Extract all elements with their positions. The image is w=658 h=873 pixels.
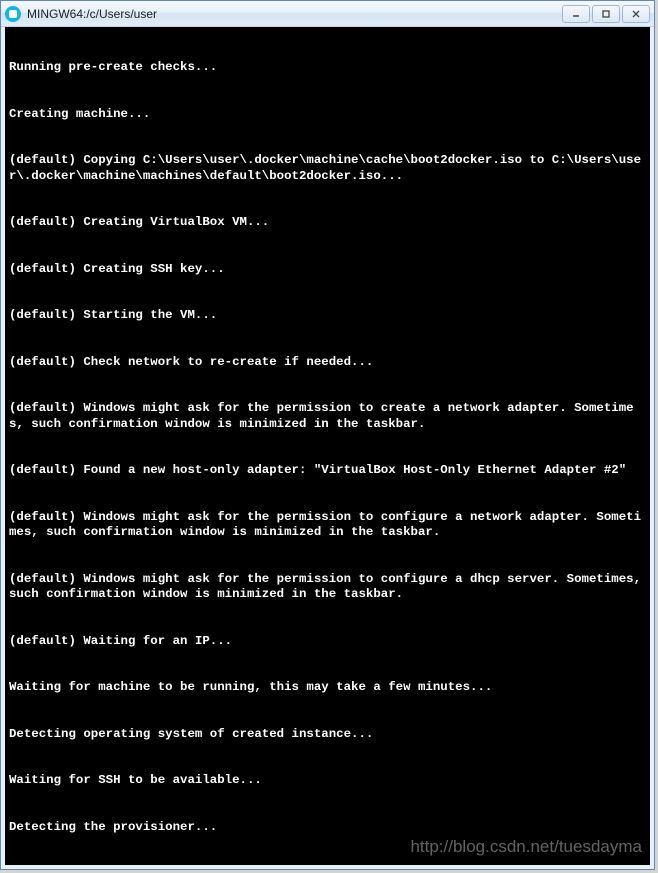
terminal-line: (default) Creating SSH key...	[9, 262, 646, 278]
window-titlebar[interactable]: MINGW64:/c/Users/user	[1, 1, 654, 27]
terminal-line: Waiting for SSH to be available...	[9, 773, 646, 789]
terminal-line: Provisioning with boot2docker...	[9, 866, 646, 869]
app-icon	[5, 6, 21, 22]
close-button[interactable]	[622, 5, 650, 23]
window-controls	[562, 5, 650, 23]
terminal-line: (default) Windows might ask for the perm…	[9, 510, 646, 541]
terminal-line: (default) Starting the VM...	[9, 308, 646, 324]
terminal-line: Detecting the provisioner...	[9, 820, 646, 836]
terminal-line: Detecting operating system of created in…	[9, 727, 646, 743]
terminal-line: (default) Waiting for an IP...	[9, 634, 646, 650]
maximize-button[interactable]	[592, 5, 620, 23]
watermark-text: http://blog.csdn.net/tuesdayma	[410, 836, 642, 857]
terminal-window: MINGW64:/c/Users/user Running pre-create…	[0, 0, 655, 870]
terminal-line: (default) Windows might ask for the perm…	[9, 401, 646, 432]
minimize-button[interactable]	[562, 5, 590, 23]
terminal-line: (default) Check network to re-create if …	[9, 355, 646, 371]
terminal-line: (default) Windows might ask for the perm…	[9, 572, 646, 603]
window-title: MINGW64:/c/Users/user	[27, 7, 562, 21]
terminal-line: Creating machine...	[9, 107, 646, 123]
terminal-line: (default) Copying C:\Users\user\.docker\…	[9, 153, 646, 184]
terminal-line: (default) Creating VirtualBox VM...	[9, 215, 646, 231]
terminal-content[interactable]: Running pre-create checks... Creating ma…	[1, 27, 654, 869]
terminal-line: Running pre-create checks...	[9, 60, 646, 76]
terminal-line: (default) Found a new host-only adapter:…	[9, 463, 646, 479]
terminal-line: Waiting for machine to be running, this …	[9, 680, 646, 696]
